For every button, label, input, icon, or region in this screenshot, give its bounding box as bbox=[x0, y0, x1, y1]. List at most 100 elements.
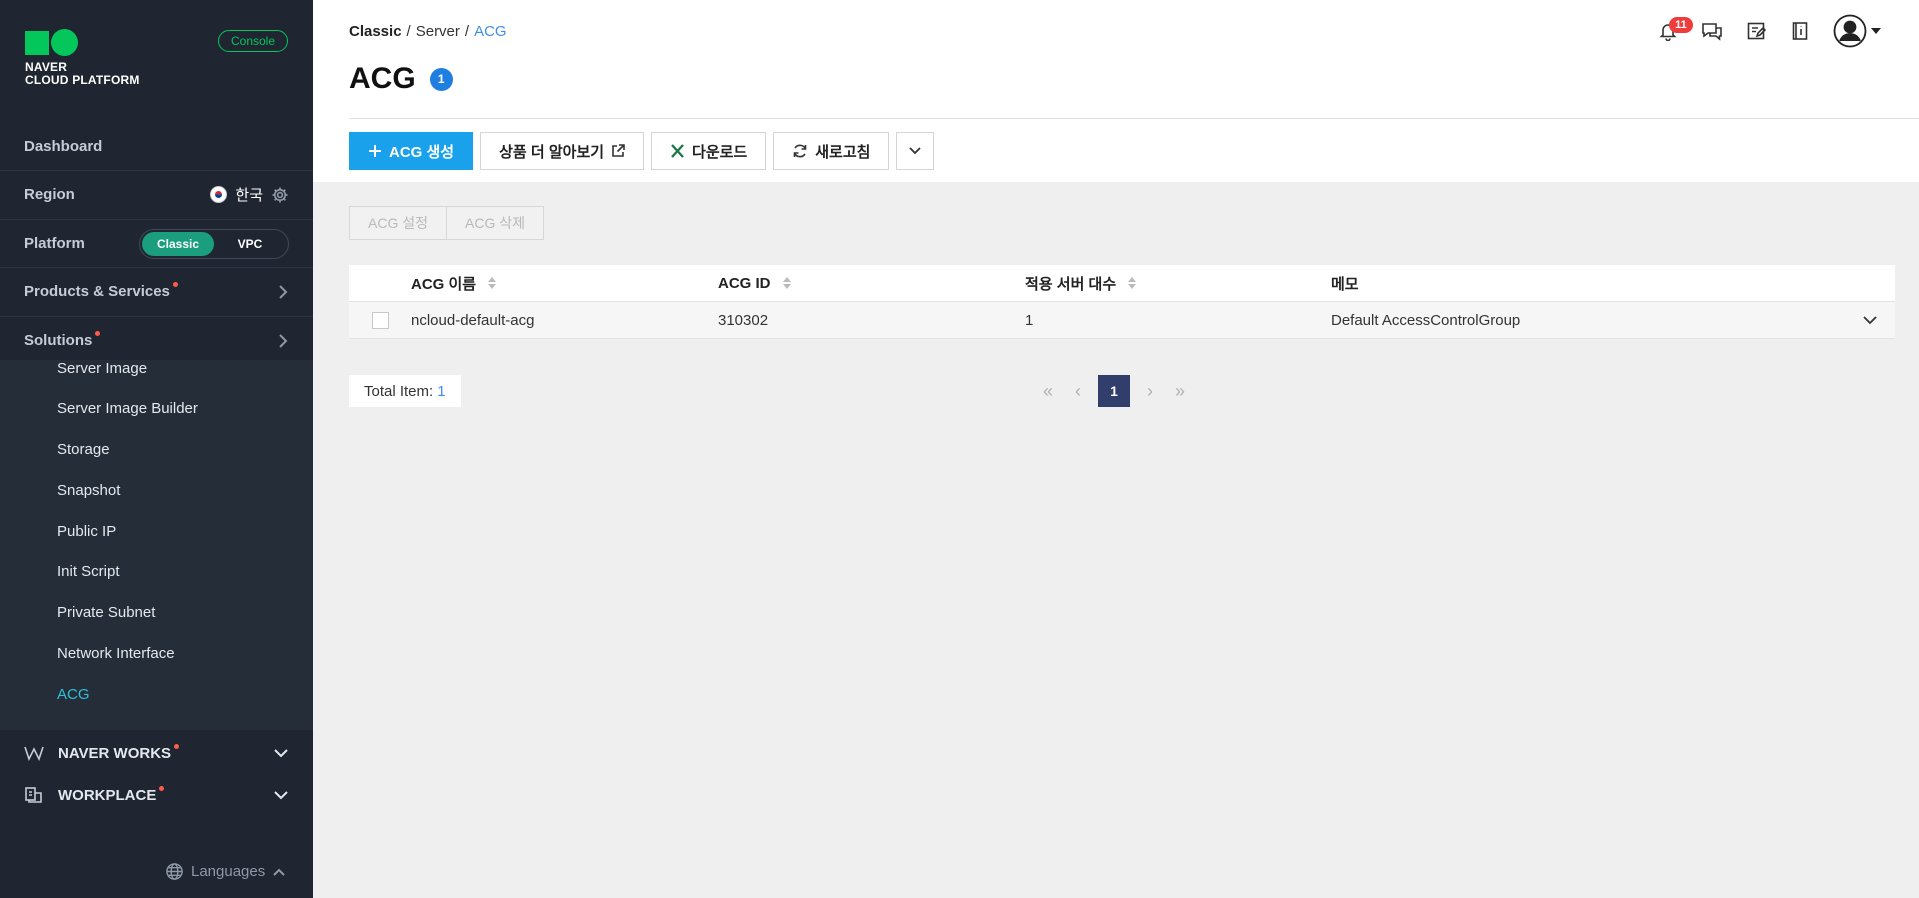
ncp-logo[interactable]: NAVER CLOUD PLATFORM bbox=[25, 29, 140, 87]
next-page-icon[interactable]: › bbox=[1140, 375, 1160, 407]
table-row[interactable]: ncloud-default-acg 310302 1 Default Acce… bbox=[349, 302, 1895, 339]
logo-mark bbox=[25, 29, 140, 56]
notification-button[interactable]: 11 bbox=[1653, 16, 1693, 46]
user-menu[interactable] bbox=[1833, 14, 1881, 48]
chevron-down-icon bbox=[909, 147, 922, 155]
row-checkbox[interactable] bbox=[371, 311, 389, 329]
count-badge: 1 bbox=[429, 67, 453, 91]
logo-text: NAVER CLOUD PLATFORM bbox=[25, 61, 140, 87]
chevron-down-icon bbox=[274, 749, 288, 758]
new-dot bbox=[172, 282, 178, 287]
learn-more-button[interactable]: 상품 더 알아보기 bbox=[480, 132, 645, 170]
info-button[interactable] bbox=[1785, 16, 1815, 46]
download-button[interactable]: 다운로드 bbox=[651, 132, 767, 170]
last-page-icon[interactable]: » bbox=[1170, 375, 1190, 407]
table-header: ACG 이름 ACG ID 적용 서버 대수 메모 bbox=[349, 265, 1895, 302]
chat-button[interactable] bbox=[1697, 16, 1727, 46]
column-header-name[interactable]: ACG 이름 bbox=[411, 273, 718, 294]
nav-dashboard-label: Dashboard bbox=[24, 137, 103, 155]
page-header: Classic / Server / ACG ACG 1 11 ACG 생성 상… bbox=[313, 0, 1919, 182]
submenu-snapshot[interactable]: Snapshot bbox=[57, 482, 120, 499]
workplace-icon bbox=[25, 787, 42, 803]
first-page-icon[interactable]: « bbox=[1038, 375, 1058, 407]
chevron-down-icon bbox=[274, 791, 288, 800]
total-items: Total Item: 1 bbox=[349, 375, 461, 407]
excel-icon bbox=[671, 144, 684, 158]
create-acg-label: ACG 생성 bbox=[389, 143, 455, 161]
sort-icon[interactable] bbox=[782, 277, 791, 289]
submenu-public-ip[interactable]: Public IP bbox=[57, 523, 116, 540]
platform-classic[interactable]: Classic bbox=[142, 231, 214, 256]
avatar-icon bbox=[1833, 14, 1867, 48]
divider bbox=[349, 118, 1919, 119]
submenu-storage[interactable]: Storage bbox=[57, 441, 110, 458]
submenu-network-interface[interactable]: Network Interface bbox=[57, 645, 175, 662]
platform-vpc[interactable]: VPC bbox=[214, 232, 286, 256]
chevron-right-icon bbox=[279, 284, 288, 299]
info-book-icon bbox=[1792, 22, 1808, 40]
nav-products-services[interactable]: Products & Services bbox=[0, 267, 313, 315]
nav-region: Region 한국 bbox=[0, 170, 313, 218]
pagination: « ‹ 1 › » bbox=[1038, 375, 1190, 407]
console-badge[interactable]: Console bbox=[218, 30, 288, 52]
download-label: 다운로드 bbox=[692, 143, 748, 161]
submenu-init-script[interactable]: Init Script bbox=[57, 563, 120, 580]
note-edit-icon bbox=[1747, 22, 1766, 40]
column-header-memo: 메모 bbox=[1331, 275, 1359, 293]
sort-icon[interactable] bbox=[488, 277, 497, 289]
prev-page-icon[interactable]: ‹ bbox=[1068, 375, 1088, 407]
nav-region-label: Region bbox=[24, 186, 75, 203]
gear-icon[interactable] bbox=[271, 186, 289, 204]
acg-table: ACG 이름 ACG ID 적용 서버 대수 메모 ncloud-default… bbox=[349, 265, 1895, 339]
submenu-private-subnet[interactable]: Private Subnet bbox=[57, 604, 155, 621]
naver-works-label: NAVER WORKS bbox=[58, 744, 172, 762]
naver-works-icon bbox=[24, 746, 44, 761]
memo-button[interactable] bbox=[1741, 16, 1771, 46]
chat-icon bbox=[1702, 23, 1722, 41]
sort-icon[interactable] bbox=[1128, 277, 1137, 289]
platform-toggle[interactable]: Classic VPC bbox=[139, 228, 289, 259]
cell-id: 310302 bbox=[718, 311, 769, 329]
header-actions: 11 bbox=[1653, 14, 1881, 48]
region-value[interactable]: 한국 bbox=[235, 184, 263, 205]
new-dot bbox=[174, 743, 180, 749]
external-link-icon bbox=[612, 144, 625, 157]
column-header-id[interactable]: ACG ID bbox=[718, 275, 1025, 292]
chevron-up-icon bbox=[273, 868, 285, 876]
caret-down-icon bbox=[1871, 28, 1881, 34]
nav-workplace[interactable]: WORKPLACE bbox=[0, 775, 313, 815]
acg-delete-button[interactable]: ACG 삭제 bbox=[447, 206, 544, 240]
sidebar: NAVER CLOUD PLATFORM Console Dashboard R… bbox=[0, 0, 313, 898]
column-header-server-count[interactable]: 적용 서버 대수 bbox=[1025, 273, 1331, 294]
plus-icon bbox=[369, 145, 381, 157]
workplace-label: WORKPLACE bbox=[58, 786, 157, 804]
cell-name: ncloud-default-acg bbox=[411, 311, 535, 329]
refresh-button[interactable]: 새로고침 bbox=[773, 132, 890, 170]
nav-platform: Platform Classic VPC bbox=[0, 219, 313, 267]
breadcrumb: Classic / Server / ACG bbox=[349, 23, 507, 40]
nav-products-label: Products & Services bbox=[24, 283, 170, 300]
more-options-button[interactable] bbox=[896, 132, 935, 170]
cell-server-count: 1 bbox=[1025, 311, 1034, 329]
nav-dashboard[interactable]: Dashboard bbox=[0, 122, 313, 170]
server-submenu: Server Image Server Image Builder Storag… bbox=[0, 360, 313, 730]
chevron-right-icon bbox=[279, 333, 288, 348]
refresh-label: 새로고침 bbox=[815, 143, 871, 161]
submenu-server-image-builder[interactable]: Server Image Builder bbox=[57, 400, 198, 417]
submenu-server-image[interactable]: Server Image bbox=[57, 360, 147, 377]
acg-settings-button[interactable]: ACG 설정 bbox=[349, 206, 447, 240]
acg-action-bar: ACG 설정 ACG 삭제 bbox=[349, 206, 544, 240]
learn-more-label: 상품 더 알아보기 bbox=[499, 143, 605, 161]
new-dot bbox=[159, 785, 165, 791]
row-expand-button[interactable] bbox=[1845, 315, 1895, 325]
page-title: ACG 1 bbox=[349, 62, 453, 96]
notification-count-badge: 11 bbox=[1669, 17, 1693, 33]
page-number[interactable]: 1 bbox=[1098, 375, 1130, 407]
breadcrumb-classic[interactable]: Classic bbox=[349, 23, 402, 40]
submenu-acg[interactable]: ACG bbox=[57, 686, 90, 703]
nav-solutions[interactable]: Solutions bbox=[0, 316, 313, 364]
create-acg-button[interactable]: ACG 생성 bbox=[349, 132, 474, 170]
nav-naver-works[interactable]: NAVER WORKS bbox=[0, 733, 313, 773]
breadcrumb-server[interactable]: Server bbox=[416, 23, 460, 40]
languages-button[interactable]: Languages bbox=[165, 862, 286, 881]
